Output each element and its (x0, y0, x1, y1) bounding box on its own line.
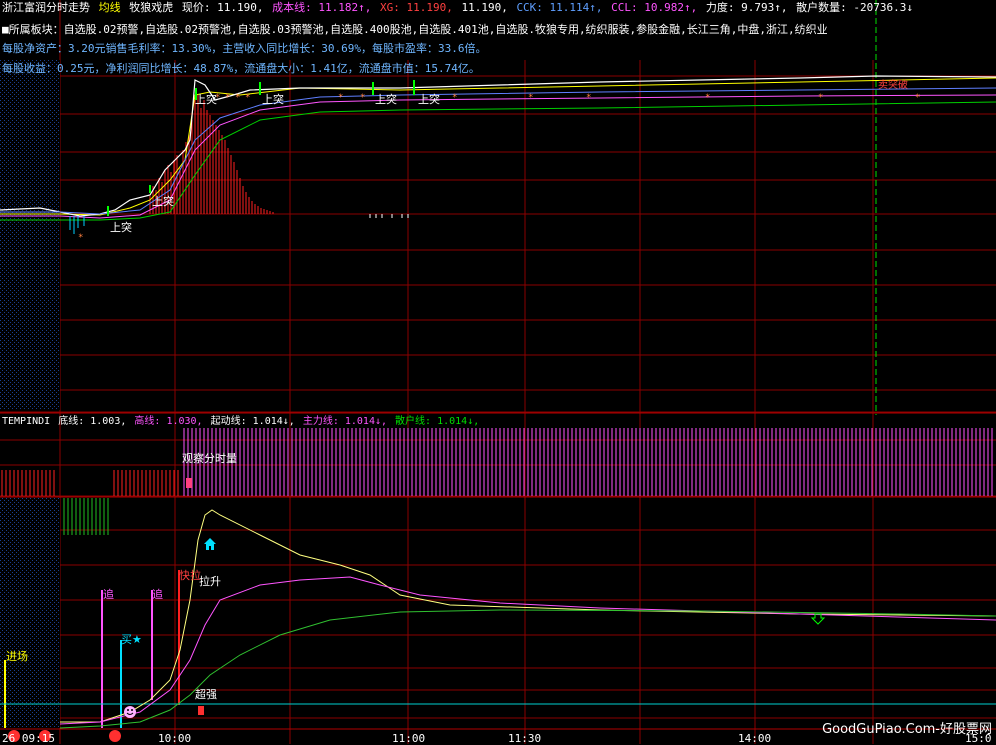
svg-text:*: * (915, 93, 920, 103)
price-value: 现价: 11.190, (181, 1, 264, 14)
svg-text:*: * (245, 93, 250, 103)
chase-label: 追 (152, 588, 163, 601)
start-line-value: 起动线: 1.014↓, (210, 416, 295, 427)
chart-canvas: ** * * * * * * * * * * * (0, 0, 996, 744)
svg-text:*: * (360, 93, 365, 103)
star-icon: ★ (132, 633, 142, 646)
high-line-value: 高线: 1.030, (134, 416, 203, 427)
svg-text:*: * (586, 93, 591, 103)
white-price-line (0, 75, 996, 217)
indicator-marker (186, 478, 192, 488)
indicator-name[interactable]: 牧狼戏虎 (129, 1, 173, 14)
fundamentals-line2: 每股收益：0.25元，净利润同比增长：48.87%，流通盘大小：1.41亿，流通… (2, 62, 480, 75)
breakout-label: 上突 (152, 195, 174, 208)
breakout-label: 上突 (418, 93, 440, 106)
indicator-id: TEMPINDI (2, 416, 51, 427)
green-stripes (63, 498, 109, 535)
breakout-label: 上突 (110, 221, 132, 234)
ccl-value: CCL: 10.982↑, (611, 1, 698, 14)
cyan-dips (69, 216, 85, 234)
time-tick: 14:00 (738, 732, 772, 745)
bottom-line-value: 底线: 1.003, (58, 416, 127, 427)
indicator-row: TEMPINDI 底线: 1.003, 高线: 1.030, 起动线: 1.01… (2, 414, 481, 430)
svg-text:*: * (225, 93, 230, 103)
sector-info: ■所属板块：自选股.02预警,自选股.02预警池,自选股.03预警池,自选股.4… (2, 23, 828, 36)
force-value: 力度: 9.793↑, (705, 1, 788, 14)
cck-value: CCK: 11.114↑, (516, 1, 603, 14)
time-tick: 10:00 (158, 732, 192, 745)
retail-count-value: 散户数量: -20736.3↓ (796, 1, 913, 14)
watch-volume-label: 观察分时量 (182, 452, 237, 465)
chase-label: 追 (103, 588, 114, 601)
svg-text:*: * (338, 93, 343, 103)
fundamentals-line1: 每股净资产：3.20元销售毛利率：13.30%，主营收入同比增长：30.69%，… (2, 42, 487, 55)
premarket-zone-lower (0, 498, 60, 728)
header-bar: 浙江富润分时走势 均线 牧狼戏虎 现价: 11.190, 成本线: 11.182… (2, 0, 915, 16)
buy-text: 买 (121, 633, 132, 646)
stock-title: 浙江富润分时走势 (2, 1, 90, 14)
avg-line-toggle[interactable]: 均线 (99, 1, 121, 14)
down-arrow-icon (810, 613, 826, 625)
price2-value: 11.190, (461, 1, 508, 14)
green-support-line (0, 101, 996, 221)
svg-text:*: * (528, 93, 533, 103)
xg-value: XG: 11.190, (379, 1, 453, 14)
svg-text:*: * (452, 93, 457, 103)
time-tick: 11:30 (508, 732, 542, 745)
premarket-zone-upper (0, 60, 60, 410)
upper-grid (0, 0, 996, 744)
strong-marker (198, 706, 204, 715)
breakout-label: 上突 (262, 93, 284, 106)
retail-line-value: 散户线: 1.014↓, (395, 416, 480, 427)
house-icon (204, 538, 216, 550)
fast-pull-label: 快拉 (179, 569, 201, 582)
sell-break-label: 卖突破 (878, 80, 908, 91)
breakout-label: 上突 (375, 93, 397, 106)
super-strong-label: 超强 (195, 688, 217, 701)
small-white-ticks (369, 214, 409, 218)
magenta-cost-line (0, 94, 996, 219)
time-tick: 26 09:15 (2, 732, 55, 745)
pull-up-label: 拉升 (199, 575, 221, 588)
svg-text:*: * (818, 93, 823, 103)
smile-icon (124, 706, 136, 718)
cost-line-value: 成本线: 11.182↑, (272, 1, 372, 14)
main-force-value: 主力线: 1.014↓, (302, 416, 388, 427)
red-indicator-bars (1, 470, 179, 496)
buy-label: 买★ (121, 631, 142, 647)
svg-text:*: * (235, 93, 240, 103)
watermark: GoodGuPiao.Com-好股票网 (822, 722, 992, 737)
svg-text:*: * (705, 93, 710, 103)
magenta-indicator-bars (183, 428, 993, 496)
time-tick: 11:00 (392, 732, 426, 745)
breakout-label: 上突 (195, 93, 217, 106)
enter-label: 进场 (6, 650, 28, 663)
svg-text:*: * (78, 233, 83, 243)
